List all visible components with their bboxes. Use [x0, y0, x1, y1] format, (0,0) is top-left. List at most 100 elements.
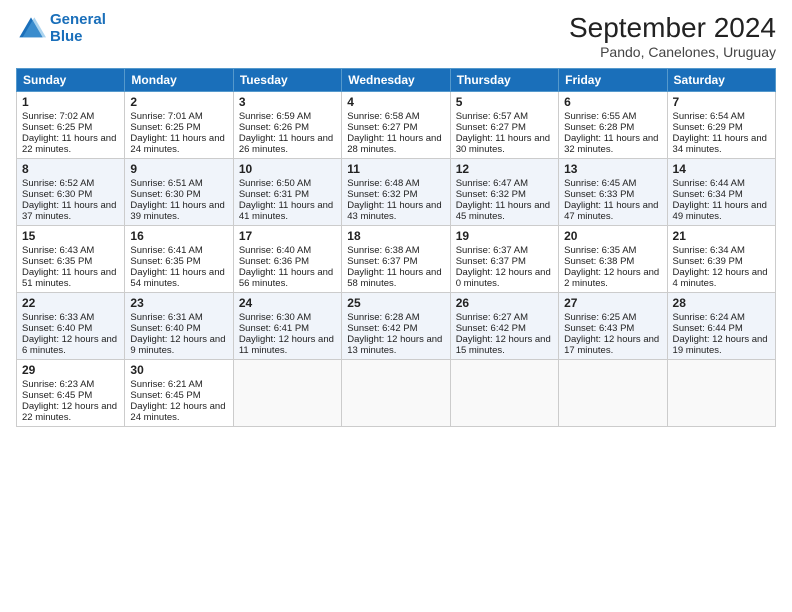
- sunrise: Sunrise: 6:35 AM: [564, 245, 636, 256]
- calendar-cell: 3Sunrise: 6:59 AMSunset: 6:26 PMDaylight…: [233, 92, 341, 159]
- calendar-cell: 23Sunrise: 6:31 AMSunset: 6:40 PMDayligh…: [125, 293, 233, 360]
- daylight: Daylight: 12 hours and 17 minutes.: [564, 334, 659, 356]
- day-number: 17: [239, 229, 336, 243]
- calendar-week-row: 8Sunrise: 6:52 AMSunset: 6:30 PMDaylight…: [17, 159, 776, 226]
- day-number: 14: [673, 162, 770, 176]
- sunrise: Sunrise: 6:51 AM: [130, 178, 202, 189]
- sunrise: Sunrise: 6:27 AM: [456, 312, 528, 323]
- sunset: Sunset: 6:34 PM: [673, 189, 743, 200]
- daylight: Daylight: 12 hours and 0 minutes.: [456, 267, 551, 289]
- day-number: 30: [130, 363, 227, 377]
- calendar-cell: [559, 360, 667, 427]
- daylight: Daylight: 11 hours and 32 minutes.: [564, 133, 658, 155]
- daylight: Daylight: 12 hours and 4 minutes.: [673, 267, 768, 289]
- sunrise: Sunrise: 6:31 AM: [130, 312, 202, 323]
- logo-icon: [16, 14, 46, 44]
- daylight: Daylight: 11 hours and 45 minutes.: [456, 200, 550, 222]
- day-number: 13: [564, 162, 661, 176]
- sunrise: Sunrise: 6:40 AM: [239, 245, 311, 256]
- day-number: 11: [347, 162, 444, 176]
- sunset: Sunset: 6:35 PM: [22, 256, 92, 267]
- sunset: Sunset: 6:32 PM: [347, 189, 417, 200]
- sunset: Sunset: 6:37 PM: [456, 256, 526, 267]
- daylight: Daylight: 11 hours and 37 minutes.: [22, 200, 116, 222]
- sunrise: Sunrise: 7:01 AM: [130, 111, 202, 122]
- daylight: Daylight: 11 hours and 30 minutes.: [456, 133, 550, 155]
- daylight: Daylight: 11 hours and 47 minutes.: [564, 200, 658, 222]
- calendar-week-row: 22Sunrise: 6:33 AMSunset: 6:40 PMDayligh…: [17, 293, 776, 360]
- day-number: 3: [239, 95, 336, 109]
- day-number: 10: [239, 162, 336, 176]
- day-number: 27: [564, 296, 661, 310]
- daylight: Daylight: 11 hours and 56 minutes.: [239, 267, 333, 289]
- sunrise: Sunrise: 6:24 AM: [673, 312, 745, 323]
- day-number: 22: [22, 296, 119, 310]
- calendar-week-row: 29Sunrise: 6:23 AMSunset: 6:45 PMDayligh…: [17, 360, 776, 427]
- daylight: Daylight: 11 hours and 58 minutes.: [347, 267, 441, 289]
- calendar-cell: 4Sunrise: 6:58 AMSunset: 6:27 PMDaylight…: [342, 92, 450, 159]
- sunrise: Sunrise: 6:59 AM: [239, 111, 311, 122]
- daylight: Daylight: 12 hours and 11 minutes.: [239, 334, 334, 356]
- daylight: Daylight: 12 hours and 22 minutes.: [22, 401, 117, 423]
- day-number: 6: [564, 95, 661, 109]
- sunrise: Sunrise: 6:47 AM: [456, 178, 528, 189]
- day-number: 29: [22, 363, 119, 377]
- day-number: 2: [130, 95, 227, 109]
- calendar-cell: 30Sunrise: 6:21 AMSunset: 6:45 PMDayligh…: [125, 360, 233, 427]
- sunset: Sunset: 6:26 PM: [239, 122, 309, 133]
- day-number: 1: [22, 95, 119, 109]
- calendar-cell: 7Sunrise: 6:54 AMSunset: 6:29 PMDaylight…: [667, 92, 775, 159]
- sunset: Sunset: 6:29 PM: [673, 122, 743, 133]
- calendar-cell: 8Sunrise: 6:52 AMSunset: 6:30 PMDaylight…: [17, 159, 125, 226]
- daylight: Daylight: 11 hours and 49 minutes.: [673, 200, 767, 222]
- calendar-cell: 11Sunrise: 6:48 AMSunset: 6:32 PMDayligh…: [342, 159, 450, 226]
- sunrise: Sunrise: 6:21 AM: [130, 379, 202, 390]
- sunset: Sunset: 6:40 PM: [22, 323, 92, 334]
- calendar-cell: 5Sunrise: 6:57 AMSunset: 6:27 PMDaylight…: [450, 92, 558, 159]
- logo-blue: Blue: [50, 28, 83, 45]
- sunset: Sunset: 6:36 PM: [239, 256, 309, 267]
- calendar-cell: 29 Sunrise: 6:23 AMSunset: 6:45 PMDayligh…: [17, 360, 125, 427]
- day-number: 5: [456, 95, 553, 109]
- day-number: 16: [130, 229, 227, 243]
- sunrise: Sunrise: 6:44 AM: [673, 178, 745, 189]
- calendar-cell: 24Sunrise: 6:30 AMSunset: 6:41 PMDayligh…: [233, 293, 341, 360]
- calendar: SundayMondayTuesdayWednesdayThursdayFrid…: [16, 68, 776, 427]
- calendar-cell: 28Sunrise: 6:24 AMSunset: 6:44 PMDayligh…: [667, 293, 775, 360]
- sunset: Sunset: 6:27 PM: [456, 122, 526, 133]
- page: General Blue September 2024 Pando, Canel…: [0, 0, 792, 612]
- day-number: 28: [673, 296, 770, 310]
- calendar-cell: 25Sunrise: 6:28 AMSunset: 6:42 PMDayligh…: [342, 293, 450, 360]
- calendar-cell: 20Sunrise: 6:35 AMSunset: 6:38 PMDayligh…: [559, 226, 667, 293]
- sunset: Sunset: 6:30 PM: [130, 189, 200, 200]
- calendar-cell: 26Sunrise: 6:27 AMSunset: 6:42 PMDayligh…: [450, 293, 558, 360]
- sunset: Sunset: 6:33 PM: [564, 189, 634, 200]
- calendar-cell: 27Sunrise: 6:25 AMSunset: 6:43 PMDayligh…: [559, 293, 667, 360]
- day-number: 21: [673, 229, 770, 243]
- sunset: Sunset: 6:45 PM: [130, 390, 200, 401]
- sunrise: Sunrise: 6:55 AM: [564, 111, 636, 122]
- calendar-day-header: Thursday: [450, 69, 558, 92]
- calendar-cell: 6Sunrise: 6:55 AMSunset: 6:28 PMDaylight…: [559, 92, 667, 159]
- sunrise: Sunrise: 6:23 AM: [22, 379, 94, 390]
- sunrise: Sunrise: 6:58 AM: [347, 111, 419, 122]
- sunset: Sunset: 6:41 PM: [239, 323, 309, 334]
- calendar-day-header: Wednesday: [342, 69, 450, 92]
- calendar-week-row: 15Sunrise: 6:43 AMSunset: 6:35 PMDayligh…: [17, 226, 776, 293]
- daylight: Daylight: 12 hours and 13 minutes.: [347, 334, 442, 356]
- daylight: Daylight: 12 hours and 9 minutes.: [130, 334, 225, 356]
- calendar-day-header: Saturday: [667, 69, 775, 92]
- daylight: Daylight: 11 hours and 22 minutes.: [22, 133, 116, 155]
- day-number: 26: [456, 296, 553, 310]
- calendar-cell: 12Sunrise: 6:47 AMSunset: 6:32 PMDayligh…: [450, 159, 558, 226]
- sunset: Sunset: 6:42 PM: [347, 323, 417, 334]
- sunrise: Sunrise: 6:30 AM: [239, 312, 311, 323]
- sunset: Sunset: 6:43 PM: [564, 323, 634, 334]
- sunset: Sunset: 6:45 PM: [22, 390, 92, 401]
- calendar-week-row: 1Sunrise: 7:02 AMSunset: 6:25 PMDaylight…: [17, 92, 776, 159]
- daylight: Daylight: 12 hours and 2 minutes.: [564, 267, 659, 289]
- calendar-cell: 2Sunrise: 7:01 AMSunset: 6:25 PMDaylight…: [125, 92, 233, 159]
- daylight: Daylight: 11 hours and 24 minutes.: [130, 133, 224, 155]
- logo-text: General Blue: [50, 12, 106, 45]
- sunset: Sunset: 6:32 PM: [456, 189, 526, 200]
